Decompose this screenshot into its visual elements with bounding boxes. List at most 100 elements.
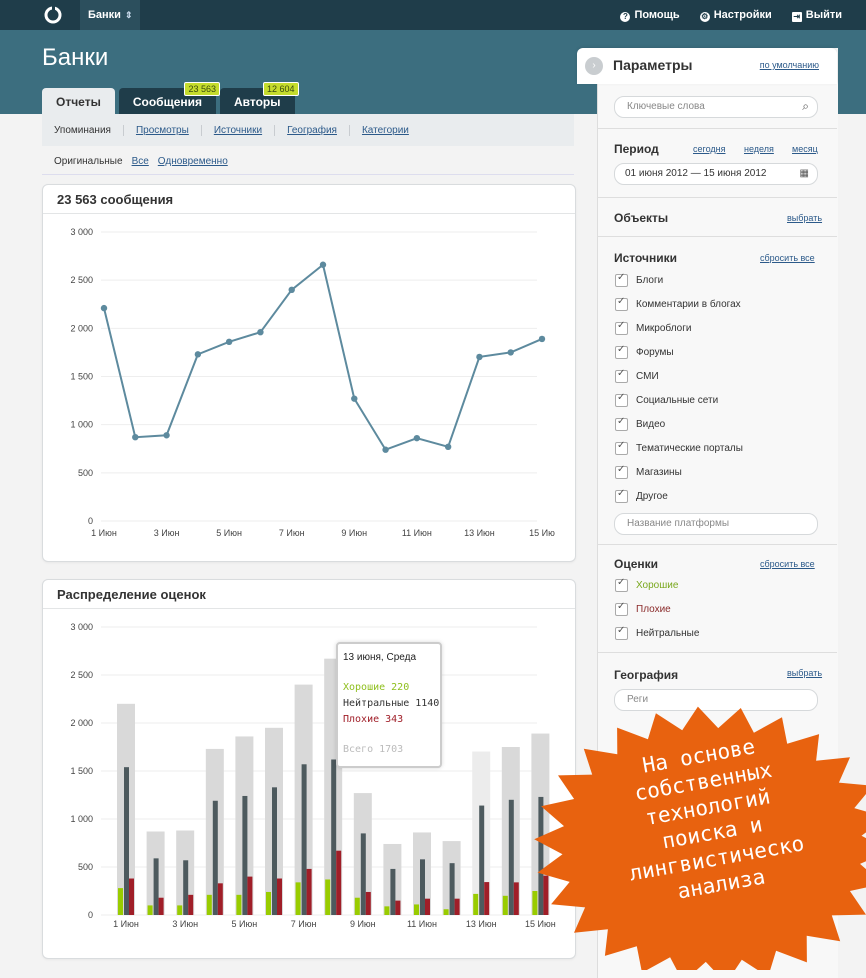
source-label: Блоги	[636, 274, 664, 286]
subnav-categories[interactable]: Категории	[350, 125, 421, 136]
region-input[interactable]: Реги	[614, 689, 818, 711]
bar-bad	[129, 878, 134, 915]
tab-label: Авторы	[234, 95, 281, 109]
rating-checkbox-bad[interactable]: Плохие	[615, 601, 671, 617]
period-month-link[interactable]: месяц	[792, 144, 818, 154]
region-placeholder: Реги	[627, 694, 649, 705]
bar-good	[325, 879, 331, 915]
y-tick-label: 2 500	[70, 670, 93, 680]
x-tick-label: 11 Июн	[402, 528, 432, 538]
data-point	[538, 335, 546, 343]
filter-simultaneous[interactable]: Одновременно	[154, 156, 233, 167]
divider	[597, 197, 837, 198]
settings-label: Настройки	[713, 9, 772, 21]
source-label: Тематические порталы	[636, 442, 743, 454]
y-tick-label: 3 000	[70, 227, 93, 237]
period-date-field[interactable]: 01 июня 2012 — 15 июня 2012 ▦	[614, 163, 818, 185]
search-icon[interactable]: ⌕	[802, 99, 809, 114]
checkbox-icon	[615, 320, 628, 335]
y-tick-label: 500	[78, 862, 93, 872]
tooltip-date: 13 июня, Среда	[343, 652, 417, 663]
data-point	[288, 286, 295, 293]
period-today-link[interactable]: сегодня	[693, 144, 726, 154]
calendar-icon[interactable]: ▦	[800, 168, 809, 179]
platform-name-input[interactable]: Название платформы	[614, 513, 818, 535]
tooltip-neutral: Нейтральные 1140	[343, 698, 440, 709]
reset-default-link[interactable]: по умолчанию	[760, 60, 819, 70]
help-label: Помощь	[634, 9, 680, 21]
subnav-views[interactable]: Просмотры	[124, 124, 202, 136]
x-tick-label: 7 Июн	[291, 919, 317, 929]
line-chart-panel: 23 563 сообщения 3 000 2 500 2 000 1 500 1 0…	[42, 184, 576, 562]
bar-bad	[543, 875, 549, 915]
report-subnav: Упоминания Просмотры Источники География…	[42, 114, 574, 146]
bar-neutral	[508, 799, 514, 915]
geography-select-link[interactable]: выбрать	[787, 668, 822, 678]
data-point	[319, 261, 327, 268]
x-tick-label: 5 Июн	[216, 528, 242, 538]
subnav-geography[interactable]: География	[275, 124, 350, 136]
rating-checkbox-neutral[interactable]: Нейтральные	[615, 625, 699, 641]
rating-checkbox-good[interactable]: Хорошие	[615, 577, 678, 593]
tab-reports[interactable]: Отчеты	[42, 88, 115, 114]
divider	[597, 544, 837, 545]
line-chart: 3 000 2 500 2 000 1 500 1 000 500 0 1 Июн 3 Июн 5…	[70, 227, 555, 538]
settings-link[interactable]: ⚙ Настройки	[690, 0, 782, 30]
checkbox-icon	[615, 464, 628, 479]
source-checkbox[interactable]: СМИ	[615, 368, 659, 384]
logo-icon[interactable]	[44, 6, 62, 24]
filter-original[interactable]: Оригинальные	[42, 156, 128, 167]
bar-good	[177, 905, 183, 915]
bar-good	[266, 891, 271, 915]
bar-good	[295, 882, 301, 915]
source-checkbox[interactable]: Социальные сети	[615, 392, 718, 408]
checkbox-icon	[615, 344, 628, 359]
source-checkbox[interactable]: Комментарии в блогах	[615, 296, 741, 312]
collapse-arrow-icon[interactable]: ›	[585, 57, 603, 75]
objects-select-link[interactable]: выбрать	[787, 213, 822, 223]
bar-neutral	[449, 863, 455, 915]
ratings-title: Оценки	[614, 557, 659, 571]
source-checkbox[interactable]: Тематические порталы	[615, 440, 743, 456]
data-point	[163, 432, 170, 439]
y-tick-label: 2 000	[70, 323, 93, 333]
app-selector[interactable]: Банки ⇕	[80, 0, 141, 30]
filter-all[interactable]: Все	[128, 156, 154, 167]
source-checkbox[interactable]: Магазины	[615, 464, 682, 480]
data-point	[382, 446, 389, 453]
checkbox-icon	[615, 416, 628, 431]
period-title: Период	[614, 142, 659, 156]
count-badge: 23 563	[184, 82, 220, 96]
source-checkbox[interactable]: Микроблоги	[615, 320, 691, 336]
gear-icon: ⚙	[699, 12, 710, 22]
data-point	[132, 433, 139, 441]
source-checkbox[interactable]: Форумы	[615, 344, 674, 360]
x-tick-label: 1 Июн	[91, 528, 117, 538]
source-checkbox[interactable]: Видео	[615, 416, 665, 432]
ratings-reset-link[interactable]: сбросить все	[760, 559, 815, 569]
logout-icon: ⇥	[791, 12, 802, 22]
tab-authors[interactable]: Авторы 12 604	[220, 82, 299, 114]
y-tick-label: 2 000	[70, 718, 93, 728]
subnav-mentions[interactable]: Упоминания	[42, 124, 124, 136]
sources-reset-link[interactable]: сбросить все	[760, 253, 815, 263]
tooltip-total: Всего 1703	[343, 744, 404, 755]
logout-link[interactable]: ⇥ Выйти	[782, 0, 852, 30]
period-date-value: 01 июня 2012 — 15 июня 2012	[625, 168, 767, 179]
x-tick-label: 11 Июн	[407, 919, 437, 929]
top-nav: ? Помощь ⚙ Настройки ⇥ Выйти	[610, 0, 852, 30]
rating-label: Плохие	[636, 603, 671, 615]
count-badge: 12 604	[262, 82, 299, 96]
tab-messages[interactable]: Сообщения 23 563	[118, 82, 220, 114]
bar-good	[502, 895, 508, 915]
source-checkbox[interactable]: Другое	[615, 488, 668, 504]
source-checkbox[interactable]: Блоги	[615, 272, 663, 288]
keywords-search-input[interactable]: Ключевые слова ⌕	[614, 96, 818, 118]
help-link[interactable]: ? Помощь	[610, 0, 689, 30]
subnav-sources[interactable]: Источники	[202, 124, 276, 136]
bar-bad	[158, 897, 164, 915]
bar-bad	[217, 883, 223, 915]
y-tick-label: 2 500	[70, 275, 93, 285]
y-tick-label: 1 500	[70, 372, 93, 382]
period-week-link[interactable]: неделя	[744, 144, 774, 154]
